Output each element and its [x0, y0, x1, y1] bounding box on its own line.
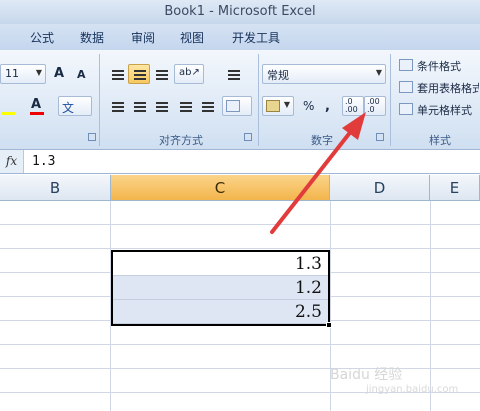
number-format-select[interactable]: 常规 ▼: [262, 64, 386, 84]
decrease-indent-button[interactable]: [174, 96, 196, 116]
decrease-indent-icon: [180, 102, 192, 112]
grow-font-button[interactable]: A: [50, 64, 70, 84]
alignment-dialog-launcher-icon[interactable]: [244, 133, 252, 141]
percent-style-button[interactable]: %: [298, 96, 318, 116]
column-header-d[interactable]: D: [330, 175, 430, 201]
merge-center-button[interactable]: [222, 96, 252, 116]
currency-format-button[interactable]: ▼: [262, 96, 294, 116]
cell-styles-icon: [399, 103, 413, 115]
ribbon-tabs: 公式 数据 审阅 视图 开发工具: [0, 24, 480, 50]
styles-group-label: 样式: [429, 134, 451, 147]
increase-indent-button[interactable]: [196, 96, 218, 116]
tab-review[interactable]: 审阅: [131, 29, 155, 46]
tab-developer[interactable]: 开发工具: [232, 29, 280, 46]
conditional-formatting-button[interactable]: 条件格式: [396, 54, 480, 74]
align-right-button[interactable]: [150, 96, 172, 116]
font-color-icon: A: [31, 97, 42, 112]
merge-cells-icon: [226, 100, 240, 112]
font-color-button[interactable]: A: [26, 96, 54, 116]
wrap-text-icon: [228, 70, 240, 80]
text-orientation-icon: ab↗: [179, 67, 200, 78]
decrease-decimal-icon: .00 .0: [367, 97, 380, 114]
align-top-icon: [112, 70, 124, 80]
currency-icon: [266, 100, 280, 112]
cell-styles-button[interactable]: 单元格样式: [396, 98, 480, 118]
font-size-select[interactable]: 11 ▼: [0, 64, 46, 84]
align-middle-icon: [134, 70, 146, 80]
window-title: Book1 - Microsoft Excel: [0, 0, 480, 24]
align-bottom-icon: [156, 70, 168, 80]
baidu-watermark: Baidu 经验: [330, 367, 403, 383]
number-dialog-launcher-icon[interactable]: [376, 133, 384, 141]
phonetic-icon: 文: [62, 101, 75, 115]
increase-indent-icon: [202, 102, 214, 112]
formula-bar: fx 1.3: [0, 150, 480, 174]
column-header-c[interactable]: C: [111, 175, 330, 201]
number-group-label: 数字: [311, 134, 333, 147]
tab-formulas[interactable]: 公式: [30, 29, 54, 46]
insert-function-icon[interactable]: fx: [0, 150, 24, 173]
format-as-table-button[interactable]: 套用表格格式: [396, 76, 480, 96]
column-header-e[interactable]: E: [430, 175, 480, 201]
decrease-decimal-button[interactable]: .00 .0: [364, 96, 386, 116]
wrap-text-button[interactable]: [222, 64, 242, 84]
column-header-b[interactable]: B: [0, 175, 111, 201]
font-shrink-icon: A: [77, 68, 86, 81]
ribbon-panel: 11 ▼ A A A 文 ab↗ 对齐方式 常规 ▼ ▼ % , .0 .00 …: [0, 50, 480, 150]
align-top-button[interactable]: [106, 64, 128, 84]
fill-handle[interactable]: [326, 322, 332, 328]
baidu-watermark-url: jingyan.baidu.com: [366, 384, 459, 395]
shrink-font-button[interactable]: A: [72, 64, 92, 84]
font-grow-icon: A: [54, 66, 65, 81]
tab-view[interactable]: 视图: [180, 29, 204, 46]
align-left-icon: [112, 102, 124, 112]
fill-color-button[interactable]: [0, 96, 22, 116]
formula-input[interactable]: 1.3: [32, 154, 55, 169]
conditional-formatting-icon: [399, 59, 413, 71]
table-icon: [399, 81, 413, 93]
orientation-button[interactable]: ab↗: [174, 64, 204, 84]
align-center-icon: [134, 102, 146, 112]
increase-decimal-button[interactable]: .0 .00: [342, 96, 364, 116]
increase-decimal-icon: .0 .00: [345, 97, 358, 114]
tab-data[interactable]: 数据: [80, 29, 104, 46]
align-bottom-button[interactable]: [150, 64, 172, 84]
chevron-down-icon: ▼: [375, 68, 382, 77]
fill-color-icon: [1, 112, 15, 115]
alignment-group-label: 对齐方式: [159, 134, 203, 147]
align-center-button[interactable]: [128, 96, 150, 116]
align-right-icon: [156, 102, 168, 112]
selection-outline: [111, 250, 330, 326]
comma-style-button[interactable]: ,: [320, 96, 338, 116]
align-left-button[interactable]: [106, 96, 128, 116]
align-middle-button[interactable]: [128, 64, 150, 84]
chevron-down-icon: ▼: [35, 68, 42, 77]
font-dialog-launcher-icon[interactable]: [88, 133, 96, 141]
phonetic-button[interactable]: 文: [58, 96, 92, 116]
